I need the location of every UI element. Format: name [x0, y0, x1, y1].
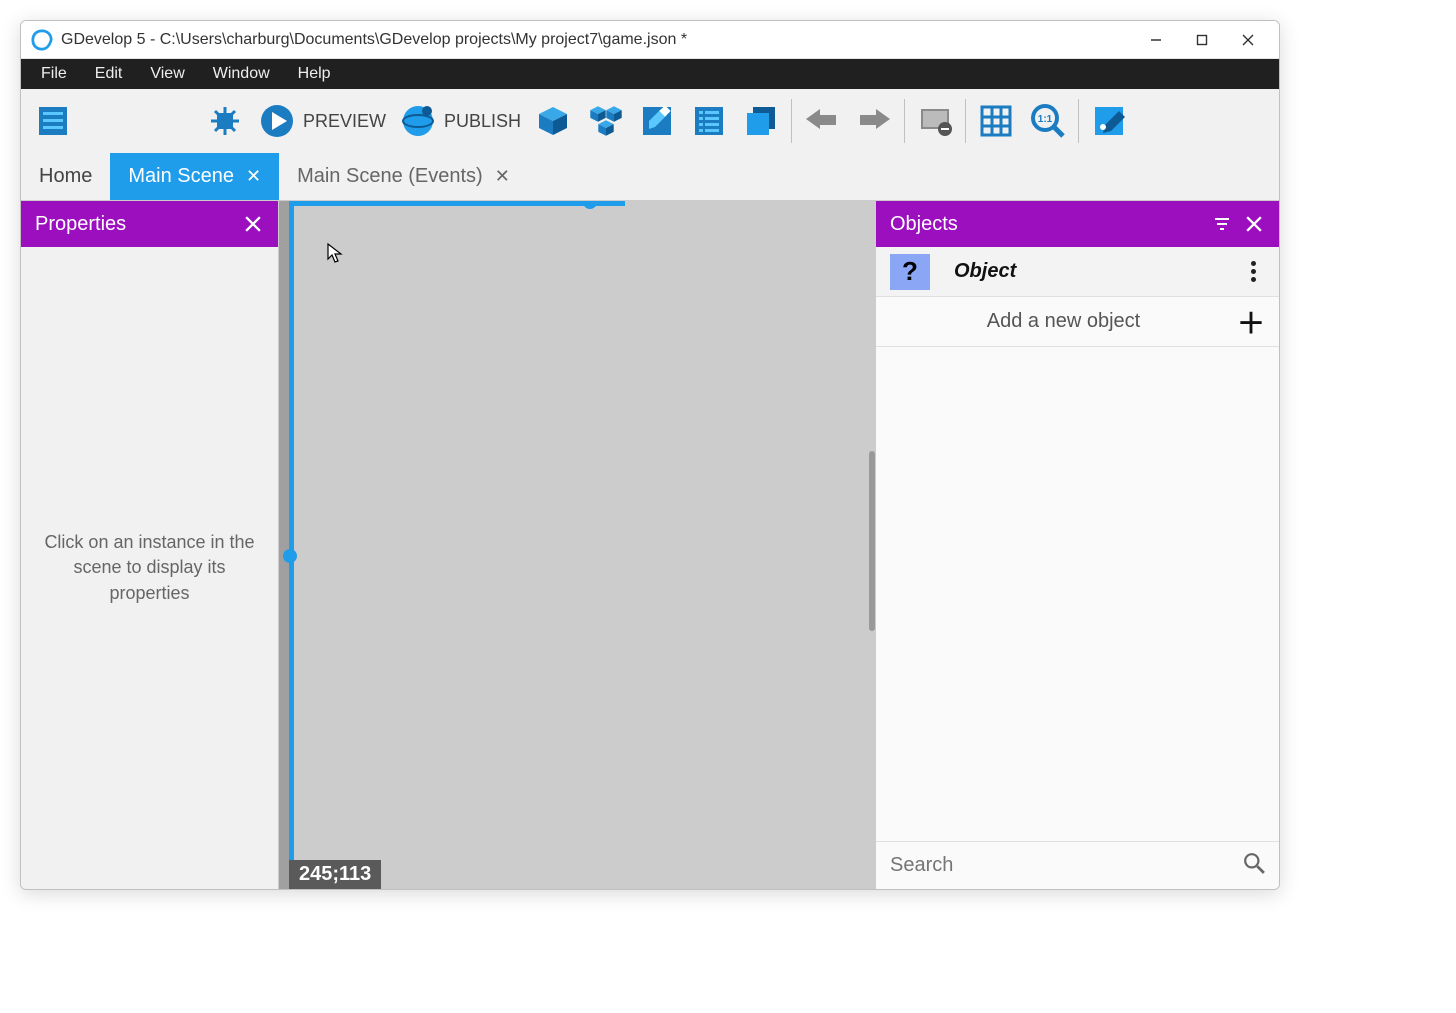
scene-frame: 245;113 [289, 201, 875, 889]
objects-panel: Objects ? Object [875, 201, 1279, 889]
open-groups-button[interactable] [579, 97, 631, 145]
tab-main-scene-events[interactable]: Main Scene (Events) ✕ [279, 153, 528, 200]
properties-panel-close-icon[interactable] [242, 213, 264, 235]
app-logo-icon [31, 29, 53, 51]
tab-main-scene-events-close-icon[interactable]: ✕ [495, 166, 510, 187]
scene-vertical-scrollbar[interactable] [869, 451, 875, 631]
cursor-icon [327, 243, 343, 263]
scene-border-left [289, 201, 294, 889]
objects-panel-header: Objects [876, 201, 1279, 247]
tab-main-scene-close-icon[interactable]: ✕ [246, 166, 261, 187]
scene-border-top [289, 201, 625, 206]
menu-view[interactable]: View [136, 62, 198, 86]
preview-button[interactable]: PREVIEW [251, 97, 392, 145]
debugger-button[interactable] [199, 97, 251, 145]
cursor-coordinates: 245;113 [289, 860, 381, 889]
objects-list: ? Object Add a new object ＋ [876, 247, 1279, 841]
close-window-button[interactable] [1225, 24, 1271, 56]
toolbar: PREVIEW PUBLISH [21, 89, 1279, 153]
object-thumbnail: ? [890, 254, 930, 290]
tab-main-scene-label: Main Scene [128, 165, 234, 188]
zoom-reset-button[interactable]: 1:1 [1022, 97, 1074, 145]
tab-main-scene[interactable]: Main Scene ✕ [110, 153, 279, 200]
toolbar-separator [965, 99, 966, 143]
project-manager-button[interactable] [27, 97, 79, 145]
window-controls [1133, 24, 1271, 56]
app-window: GDevelop 5 - C:\Users\charburg\Documents… [20, 20, 1280, 890]
tab-main-scene-events-label: Main Scene (Events) [297, 165, 483, 188]
add-object-label: Add a new object [890, 310, 1237, 333]
main-area: Properties Click on an instance in the s… [21, 201, 1279, 889]
settings-button[interactable] [1083, 97, 1135, 145]
menu-file[interactable]: File [27, 62, 81, 86]
publish-label: PUBLISH [444, 111, 521, 132]
toolbar-separator [904, 99, 905, 143]
open-objects-button[interactable] [527, 97, 579, 145]
toolbar-separator [1078, 99, 1079, 143]
add-object-row[interactable]: Add a new object ＋ [876, 297, 1279, 347]
mask-button[interactable] [909, 97, 961, 145]
object-more-icon[interactable] [1241, 261, 1265, 282]
properties-panel-header: Properties [21, 201, 278, 247]
properties-panel-title: Properties [35, 213, 126, 236]
menu-bar: File Edit View Window Help [21, 59, 1279, 89]
object-thumb-glyph: ? [902, 256, 918, 287]
objects-panel-close-icon[interactable] [1243, 213, 1265, 235]
properties-panel-body: Click on an instance in the scene to dis… [21, 247, 278, 889]
object-row[interactable]: ? Object [876, 247, 1279, 297]
publish-button[interactable]: PUBLISH [392, 97, 527, 145]
tab-bar: Home Main Scene ✕ Main Scene (Events) ✕ [21, 153, 1279, 201]
grid-button[interactable] [970, 97, 1022, 145]
menu-help[interactable]: Help [284, 62, 345, 86]
minimize-button[interactable] [1133, 24, 1179, 56]
window-title: GDevelop 5 - C:\Users\charburg\Documents… [61, 31, 1133, 49]
open-layers-button[interactable] [735, 97, 787, 145]
canvas-gutter [279, 201, 289, 889]
scene-canvas[interactable]: 245;113 [279, 201, 875, 889]
tab-home[interactable]: Home [21, 153, 110, 200]
scene-handle-left[interactable] [283, 549, 297, 563]
undo-button[interactable] [796, 97, 848, 145]
tab-home-label: Home [39, 165, 92, 188]
objects-search-row [876, 841, 1279, 889]
properties-panel: Properties Click on an instance in the s… [21, 201, 279, 889]
preview-label: PREVIEW [303, 111, 386, 132]
maximize-button[interactable] [1179, 24, 1225, 56]
title-bar: GDevelop 5 - C:\Users\charburg\Documents… [21, 21, 1279, 59]
plus-icon: ＋ [1237, 302, 1265, 342]
open-properties-button[interactable] [631, 97, 683, 145]
objects-filter-icon[interactable] [1211, 213, 1233, 235]
objects-search-input[interactable] [890, 854, 1243, 877]
menu-edit[interactable]: Edit [81, 62, 137, 86]
objects-panel-title: Objects [890, 213, 958, 236]
scene-handle-top[interactable] [583, 201, 597, 209]
object-name: Object [954, 260, 1241, 283]
redo-button[interactable] [848, 97, 900, 145]
properties-empty-hint: Click on an instance in the scene to dis… [35, 530, 264, 606]
toolbar-separator [791, 99, 792, 143]
menu-window[interactable]: Window [199, 62, 284, 86]
open-instances-button[interactable] [683, 97, 735, 145]
svg-text:1:1: 1:1 [1038, 114, 1053, 125]
search-icon[interactable] [1243, 852, 1265, 879]
